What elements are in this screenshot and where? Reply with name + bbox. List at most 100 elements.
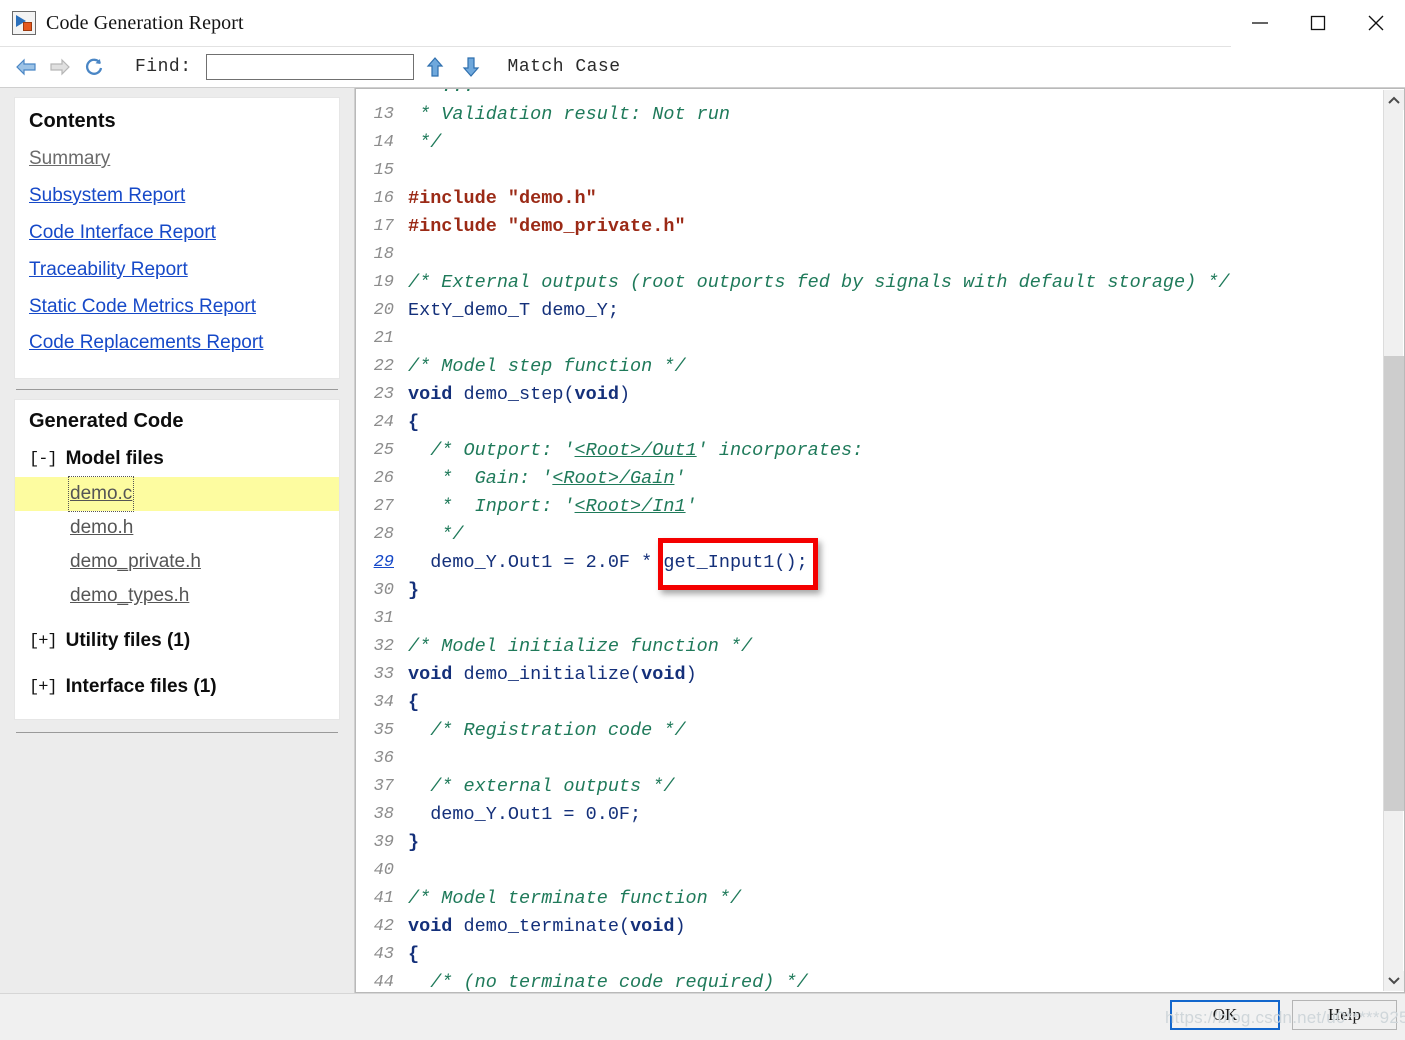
list-item[interactable]: demo.h xyxy=(15,511,339,545)
line-number: 40 xyxy=(373,861,394,880)
code-line: 17 #include "demo_private.h" xyxy=(356,213,1384,241)
sidebar-divider-bottom xyxy=(16,732,338,734)
tree-group-utility-files[interactable]: [+] Utility files (1) xyxy=(15,623,339,659)
code-text: /* Model terminate function */ xyxy=(408,885,741,913)
code-line: 19 /* External outputs (root outports fed… xyxy=(356,269,1384,297)
line-number: 34 xyxy=(373,693,394,712)
code-line: 13 * Validation result: Not run xyxy=(356,101,1384,129)
code-text: * Gain: '<Root>/Gain' xyxy=(408,465,685,493)
code-line: 36 xyxy=(356,745,1384,773)
expand-toggle-icon[interactable]: [+] xyxy=(29,678,58,697)
search-input[interactable] xyxy=(205,54,414,80)
sidebar-item-summary[interactable]: Summary xyxy=(15,141,339,178)
code-token: /* Model initialize function */ xyxy=(408,636,753,657)
sidebar-item-code-interface-report[interactable]: Code Interface Report xyxy=(15,215,339,252)
tree-group-label: Interface files (1) xyxy=(65,676,217,698)
list-item[interactable]: demo_types.h xyxy=(15,579,339,613)
code-line: 23 void demo_step(void) xyxy=(356,381,1384,409)
code-line: 38 demo_Y.Out1 = 0.0F; xyxy=(356,801,1384,829)
line-number: 42 xyxy=(373,917,394,936)
code-token: * Validation result: Not run xyxy=(408,104,730,125)
sidebar-item-code-replacements-report[interactable]: Code Replacements Report xyxy=(15,325,339,362)
scroll-down-icon[interactable] xyxy=(1384,971,1404,991)
vertical-scrollbar[interactable] xyxy=(1383,90,1404,991)
code-token: * ... xyxy=(408,89,475,97)
code-text: #include "demo.h" xyxy=(408,185,597,213)
code-token: } xyxy=(408,832,420,853)
line-number: 28 xyxy=(373,525,394,544)
line-number: 20 xyxy=(373,301,394,320)
code-line: 24 { xyxy=(356,409,1384,437)
window-controls xyxy=(1231,0,1405,47)
sidebar-item-subsystem-report[interactable]: Subsystem Report xyxy=(15,178,339,215)
match-case-label[interactable]: Match Case xyxy=(508,57,621,77)
code-line: 26 * Gain: '<Root>/Gain' xyxy=(356,465,1384,493)
line-number: 32 xyxy=(373,637,394,656)
code-text: demo_Y.Out1 = 2.0F * get_Input1(); xyxy=(408,549,808,577)
block-path-link[interactable]: <Root>/Out1 xyxy=(575,440,697,461)
code-line: 14 */ xyxy=(356,129,1384,157)
code-token: #include "demo_private.h" xyxy=(408,216,686,237)
scroll-up-icon[interactable] xyxy=(1384,90,1404,110)
code-line: 27 * Inport: '<Root>/In1' xyxy=(356,493,1384,521)
file-link-demo-types-h[interactable]: demo_types.h xyxy=(70,580,189,612)
code-line: 34 { xyxy=(356,689,1384,717)
line-number: 36 xyxy=(373,749,394,768)
help-button[interactable]: Help xyxy=(1292,1000,1397,1030)
line-number: 13 xyxy=(373,105,394,124)
code-text: /* Model initialize function */ xyxy=(408,633,752,661)
close-icon[interactable] xyxy=(1347,0,1405,47)
refresh-icon[interactable] xyxy=(77,50,111,84)
code-scroll-area[interactable]: * ...13 * Validation result: Not run14 *… xyxy=(356,89,1384,992)
code-token: /* Model step function */ xyxy=(408,356,686,377)
back-arrow-icon[interactable] xyxy=(9,50,43,84)
sidebar-item-static-code-metrics-report[interactable]: Static Code Metrics Report xyxy=(15,289,339,326)
find-previous-icon[interactable] xyxy=(420,50,450,84)
ok-button[interactable]: OK xyxy=(1170,1000,1280,1030)
list-item[interactable]: demo.c xyxy=(15,476,339,513)
expand-toggle-icon[interactable]: [+] xyxy=(29,632,58,651)
code-text: { xyxy=(408,941,419,969)
collapse-toggle-icon[interactable]: [-] xyxy=(29,450,58,469)
sidebar-item-traceability-report[interactable]: Traceability Report xyxy=(15,252,339,289)
tree-group-interface-files[interactable]: [+] Interface files (1) xyxy=(15,669,339,705)
code-token: { xyxy=(408,412,420,433)
code-token: { xyxy=(408,692,420,713)
code-text: ExtY_demo_T demo_Y; xyxy=(408,297,619,325)
code-text: * Inport: '<Root>/In1' xyxy=(408,493,697,521)
code-line: 30} xyxy=(356,577,1384,605)
code-token: */ xyxy=(408,132,442,153)
file-link-demo-c[interactable]: demo.c xyxy=(67,476,135,513)
code-line: 22 /* Model step function */ xyxy=(356,353,1384,381)
tree-group-model-files[interactable]: [-] Model files xyxy=(15,441,339,477)
line-number-link[interactable]: 29 xyxy=(356,549,408,577)
minimize-icon[interactable] xyxy=(1231,0,1289,47)
code-text: /* External outputs (root outports fed b… xyxy=(408,269,1230,297)
code-token: demo_initialize( xyxy=(452,664,642,685)
maximize-icon[interactable] xyxy=(1289,0,1347,47)
code-line: 37 /* external outputs */ xyxy=(356,773,1384,801)
code-token: ' xyxy=(685,496,697,517)
line-number: 23 xyxy=(373,385,394,404)
code-token: { xyxy=(408,944,420,965)
code-token: demo_Y.Out1 = 2.0F * get_Input1(); xyxy=(408,552,808,573)
line-number: 37 xyxy=(373,777,394,796)
scrollbar-thumb[interactable] xyxy=(1384,356,1404,811)
file-link-demo-h[interactable]: demo.h xyxy=(70,512,133,544)
block-path-link[interactable]: <Root>/In1 xyxy=(575,496,686,517)
code-line: 15 xyxy=(356,157,1384,185)
code-text: void demo_initialize(void) xyxy=(408,661,697,689)
list-item[interactable]: demo_private.h xyxy=(15,545,339,579)
code-text: * Validation result: Not run xyxy=(408,101,730,129)
code-token: void xyxy=(574,384,619,405)
code-token: * Gain: ' xyxy=(408,468,553,489)
line-number: 38 xyxy=(373,805,394,824)
file-link-demo-private-h[interactable]: demo_private.h xyxy=(70,546,201,578)
code-line: 39} xyxy=(356,829,1384,857)
code-token: /* (no terminate code required) */ xyxy=(408,972,808,992)
find-next-icon[interactable] xyxy=(456,50,486,84)
code-line: 35 /* Registration code */ xyxy=(356,717,1384,745)
code-token: ' incorporates: xyxy=(696,440,864,461)
block-path-link[interactable]: <Root>/Gain xyxy=(552,468,674,489)
line-number: 41 xyxy=(373,889,394,908)
